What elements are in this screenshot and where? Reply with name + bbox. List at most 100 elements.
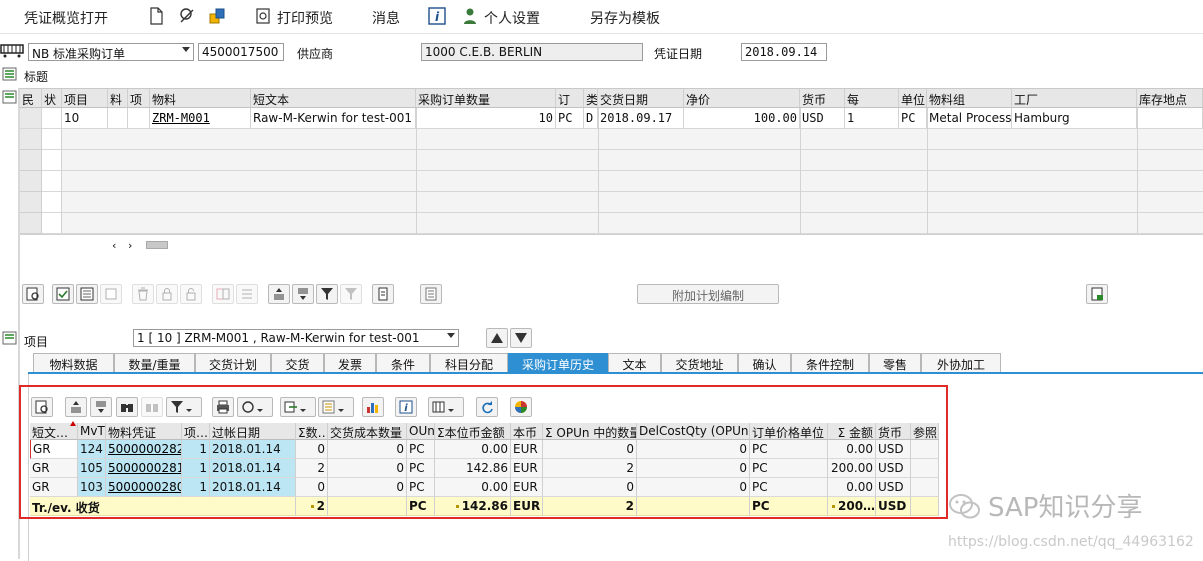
copy-button[interactable]: [100, 284, 122, 304]
hist-cell-date[interactable]: 2018.01.14: [210, 459, 296, 478]
vendor-field[interactable]: 1000 C.E.B. BERLIN: [421, 43, 643, 61]
hist-cell-item[interactable]: 1: [182, 440, 210, 459]
user-settings-icon[interactable]: [462, 7, 480, 25]
tab-delivery-address[interactable]: 交货地址: [661, 353, 738, 372]
hist-cell-date[interactable]: 2018.01.14: [210, 440, 296, 459]
hist-cell-opu[interactable]: PC: [750, 459, 828, 478]
tab-po-history[interactable]: 采购订单历史: [508, 353, 608, 372]
hist-cell-cur[interactable]: USD: [876, 478, 911, 497]
scroll-right-icon[interactable]: ›: [128, 239, 132, 252]
expand-header-icon[interactable]: [2, 67, 18, 81]
row-selectors-empty[interactable]: [20, 129, 42, 234]
history-info-button[interactable]: i: [395, 397, 417, 417]
hist-cell-mvt[interactable]: 103: [78, 478, 106, 497]
hist-cell-mvt[interactable]: 124: [78, 440, 106, 459]
material-link[interactable]: ZRM-M001: [152, 111, 210, 125]
hist-cell-dc-opun[interactable]: 0: [637, 478, 750, 497]
net-price-cell[interactable]: 100.00: [684, 108, 800, 129]
col-header[interactable]: 单位: [899, 89, 927, 108]
hist-cell-oun[interactable]: PC: [407, 478, 435, 497]
col-header[interactable]: 类: [584, 89, 598, 108]
col-header[interactable]: 工厂: [1012, 89, 1137, 108]
hist-col-header[interactable]: 本币: [511, 423, 543, 440]
doc-date-field[interactable]: 2018.09.14: [741, 43, 827, 61]
tab-invoice[interactable]: 发票: [324, 353, 376, 372]
hist-cell-lc-amt[interactable]: 0.00: [435, 478, 511, 497]
hist-cell-opun-qty[interactable]: 2: [543, 459, 637, 478]
hist-cell-amt[interactable]: 0.00: [828, 440, 876, 459]
col-header[interactable]: 料: [108, 89, 128, 108]
col-header[interactable]: 货币: [800, 89, 845, 108]
hist-cell-dc-qty[interactable]: 0: [328, 478, 407, 497]
split-button[interactable]: [212, 284, 234, 304]
hist-cell[interactable]: [911, 440, 939, 459]
col-header[interactable]: 采购订单数量: [416, 89, 556, 108]
history-details-button[interactable]: [31, 397, 53, 417]
history-sum-button[interactable]: [318, 397, 354, 417]
sort-desc-button[interactable]: [292, 284, 314, 304]
hist-cell[interactable]: [911, 478, 939, 497]
hist-cell-dc-qty[interactable]: 0: [328, 440, 407, 459]
hist-col-header[interactable]: DelCostQty (OPUn): [637, 423, 750, 440]
unit-cell[interactable]: PC: [899, 108, 927, 129]
select-all-button[interactable]: [52, 284, 74, 304]
hist-cell-lc[interactable]: EUR: [511, 459, 543, 478]
explode-button[interactable]: [236, 284, 258, 304]
hist-cell-doc[interactable]: 5000000282: [106, 440, 182, 459]
hist-cell-mvt[interactable]: 105: [78, 459, 106, 478]
scroll-thumb[interactable]: [146, 241, 168, 249]
history-print-button[interactable]: [212, 397, 234, 417]
tab-texts[interactable]: 文本: [608, 353, 661, 372]
tab-condition-control[interactable]: 条件控制: [791, 353, 869, 372]
hist-cell-cur[interactable]: USD: [876, 459, 911, 478]
col-header[interactable]: 净价: [684, 89, 800, 108]
print-preview-button[interactable]: 打印预览: [277, 8, 333, 28]
info-icon[interactable]: i: [428, 7, 446, 25]
tab-delivery[interactable]: 交货: [271, 353, 324, 372]
hist-cell-opun-qty[interactable]: 0: [543, 440, 637, 459]
col-header[interactable]: 状: [42, 89, 62, 108]
print-button[interactable]: [372, 284, 394, 304]
hist-cell-opu[interactable]: PC: [750, 440, 828, 459]
collapse-item-section-icon[interactable]: [2, 331, 18, 345]
details-button[interactable]: [22, 284, 44, 304]
material-doc-link[interactable]: 5000000282: [108, 442, 181, 456]
history-color-button[interactable]: [510, 397, 532, 417]
messages-button[interactable]: 消息: [372, 8, 400, 28]
hist-col-header[interactable]: 订单价格单位: [750, 423, 828, 440]
col-header[interactable]: 项目: [62, 89, 108, 108]
history-export-button[interactable]: [280, 397, 316, 417]
hist-cell-dc-opun[interactable]: 0: [637, 440, 750, 459]
delivery-date-cell[interactable]: 2018.09.17: [598, 108, 684, 129]
delete-filter-button[interactable]: [340, 284, 362, 304]
hist-cell-qty[interactable]: 2: [296, 459, 328, 478]
tab-retail[interactable]: 零售: [869, 353, 921, 372]
hist-col-header[interactable]: 项…: [182, 423, 210, 440]
col-header[interactable]: 民: [20, 89, 42, 108]
display-change-icon[interactable]: [178, 7, 196, 25]
storage-location-cell[interactable]: [1137, 108, 1203, 129]
config-button[interactable]: [420, 284, 442, 304]
hist-cell[interactable]: [911, 459, 939, 478]
currency-cell[interactable]: USD: [800, 108, 845, 129]
personal-settings-button[interactable]: 个人设置: [484, 8, 540, 28]
previous-item-button[interactable]: [486, 328, 508, 348]
tab-quantity-weight[interactable]: 数量/重量: [114, 353, 195, 372]
history-views-button[interactable]: [237, 397, 273, 417]
hist-col-header[interactable]: 交货成本数量: [328, 423, 407, 440]
category-cell[interactable]: D: [584, 108, 598, 129]
deselect-all-button[interactable]: [76, 284, 98, 304]
hist-col-header[interactable]: 货币: [876, 423, 911, 440]
tab-material-data[interactable]: 物料数据: [33, 353, 114, 372]
short-text-cell[interactable]: Raw-M-Kerwin for test-001: [251, 108, 416, 129]
hist-col-header[interactable]: Σ本位币金额: [435, 423, 511, 440]
hist-cell-type[interactable]: GR: [30, 459, 78, 478]
new-document-icon[interactable]: [147, 7, 165, 25]
save-as-template-button[interactable]: 另存为模板: [590, 8, 660, 28]
item-number-cell[interactable]: 10: [62, 108, 108, 129]
col-header[interactable]: 项: [128, 89, 150, 108]
tab-delivery-schedule[interactable]: 交货计划: [195, 353, 271, 372]
row-selector[interactable]: [20, 108, 42, 129]
hist-col-header[interactable]: 过帐日期: [210, 423, 296, 440]
hist-cell-oun[interactable]: PC: [407, 459, 435, 478]
